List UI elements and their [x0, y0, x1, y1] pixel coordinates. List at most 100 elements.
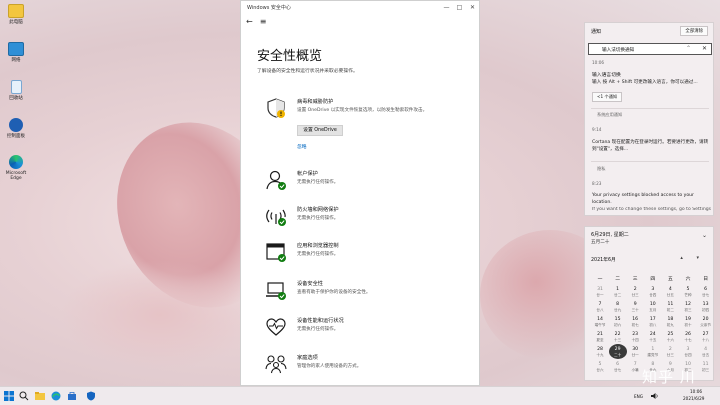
section-virus-threat[interactable]: 病毒和威胁防护 设置 OneDrive 以实现文件恢复选项，以防发生勒索软件攻击…	[265, 97, 465, 157]
section-account-protection[interactable]: 帐户保护 无需执行任何操作。	[265, 169, 465, 193]
divider	[591, 108, 709, 109]
store-icon[interactable]	[67, 391, 77, 401]
calendar-day[interactable]: 23 十四	[626, 332, 644, 342]
calendar-day[interactable]: 19 初十	[679, 317, 697, 327]
day-lunar: 初七	[631, 323, 639, 327]
weekday-header: 一	[597, 277, 603, 282]
hamburger-menu-icon[interactable]: ≡	[260, 17, 267, 26]
file-explorer-icon[interactable]	[35, 391, 45, 401]
calendar-day[interactable]: 20 父亲节	[697, 317, 715, 327]
section-family-options[interactable]: 家庭选项 管理你的家人使用设备的方式。	[265, 353, 465, 377]
calendar-day[interactable]: 31 廿一	[591, 287, 609, 297]
calendar-day[interactable]: 4 廿五	[697, 347, 715, 357]
clear-all-button[interactable]: 全部清除	[680, 26, 708, 36]
calendar-day[interactable]: 3 廿四	[644, 287, 662, 297]
desktop-icon-recycle-bin[interactable]: 回收站	[2, 80, 30, 101]
family-group-icon	[265, 355, 287, 374]
desktop-icon-this-pc[interactable]: 此电脑	[2, 4, 30, 25]
collapse-chevron-icon[interactable]: ⌄	[702, 232, 707, 239]
calendar-panel: 6月29日, 星期二 五月二十 ⌄ 2021年6月 ▴ ▾ 一 二 三 四 五 六 日 31 廿…	[584, 226, 714, 381]
wallpaper-bloom	[60, 260, 260, 370]
calendar-day[interactable]: 10 五月	[644, 302, 662, 312]
search-icon[interactable]	[19, 391, 29, 401]
calendar-day[interactable]: 13 初四	[697, 302, 715, 312]
clock-date[interactable]: 2021/6/29	[683, 396, 704, 401]
calendar-day[interactable]: 24 十五	[644, 332, 662, 342]
security-shield-taskbar-icon[interactable]	[86, 391, 96, 401]
calendar-day[interactable]: 6 廿七	[697, 287, 715, 297]
section-app-browser-control[interactable]: 应用和浏览器控制 无需执行任何操作。	[265, 241, 465, 265]
calendar-day[interactable]: 11 初二	[661, 302, 679, 312]
calendar-day[interactable]: 14 端午节	[591, 317, 609, 327]
close-button[interactable]: ✕	[466, 4, 479, 11]
day-lunar: 廿五	[702, 353, 710, 357]
calendar-day[interactable]: 28 十九	[591, 347, 609, 357]
calendar-day[interactable]: 4 廿五	[661, 287, 679, 297]
calendar-day[interactable]: 1 廿二	[609, 287, 627, 297]
more-notifications-button[interactable]: <1 个通知	[592, 92, 623, 102]
calendar-day[interactable]: 12 初三	[679, 302, 697, 312]
day-lunar: 夏至	[596, 338, 604, 342]
day-lunar: 芒种	[684, 293, 692, 297]
speaker-icon[interactable]	[651, 392, 659, 400]
notification-header: 通知 全部清除	[585, 23, 713, 41]
section-device-security[interactable]: 设备安全性 查看有助于保护你的设备的安全性。	[265, 279, 465, 303]
chevron-up-icon[interactable]: ⌃	[686, 45, 691, 52]
ignore-link[interactable]: 忽略	[297, 143, 307, 150]
section-device-health[interactable]: 设备性能和运行状况 无需执行任何操作。	[265, 316, 465, 340]
calendar-day[interactable]: 7 廿八	[591, 302, 609, 312]
folder-icon	[8, 4, 24, 18]
calendar-day[interactable]: 9 三十	[626, 302, 644, 312]
month-nav-arrows-icon[interactable]: ▴ ▾	[680, 255, 705, 261]
windows-start-icon[interactable]	[4, 391, 14, 401]
calendar-day[interactable]: 25 十六	[661, 332, 679, 342]
language-indicator[interactable]: ENG	[634, 394, 643, 399]
calendar-day[interactable]: 8 廿九	[609, 302, 627, 312]
notification-group-ime[interactable]: 输入法切换通知 ⌃ ✕	[588, 43, 712, 55]
section-title: 病毒和威胁防护	[297, 99, 334, 105]
calendar-month[interactable]: 2021年6月	[591, 256, 616, 263]
calendar-day[interactable]: 26 十七	[679, 332, 697, 342]
calendar-day[interactable]: 30 廿一	[626, 347, 644, 357]
weekday-header: 五	[667, 277, 673, 282]
calendar-day[interactable]: 17 初八	[644, 317, 662, 327]
setup-onedrive-button[interactable]: 设置 OneDrive	[297, 125, 343, 136]
calendar-day[interactable]: 18 初九	[661, 317, 679, 327]
day-lunar: 廿四	[684, 353, 692, 357]
calendar-day[interactable]: 5 芒种	[679, 287, 697, 297]
heart-pulse-icon	[266, 318, 286, 336]
control-panel-icon	[9, 118, 23, 132]
maximize-button[interactable]: □	[453, 4, 466, 11]
desktop-icon-edge[interactable]: Microsoft Edge	[2, 155, 30, 181]
section-title: 应用和浏览器控制	[297, 243, 339, 249]
calendar-day[interactable]: 2 廿三	[626, 287, 644, 297]
day-lunar: 廿二	[614, 293, 622, 297]
window-title: Windows 安全中心	[247, 5, 291, 11]
calendar-day[interactable]: 1 建党节	[644, 347, 662, 357]
watermark-text: 知乎 川	[642, 368, 696, 386]
calendar-day[interactable]: 15 初六	[609, 317, 627, 327]
minimize-button[interactable]: —	[440, 4, 453, 11]
close-icon[interactable]: ✕	[702, 45, 707, 52]
section-firewall[interactable]: 防火墙和网络保护 无需执行任何操作。	[265, 205, 465, 229]
calendar-day[interactable]: 21 夏至	[591, 332, 609, 342]
calendar-day[interactable]: 27 十八	[697, 332, 715, 342]
calendar-day[interactable]: 16 初七	[626, 317, 644, 327]
day-lunar: 十八	[702, 338, 710, 342]
calendar-day[interactable]: 22 十三	[609, 332, 627, 342]
day-lunar: 廿七	[702, 293, 710, 297]
notification-body: 输入 按 Alt + Shift 可更改输入语言，你可以通过...	[592, 80, 698, 85]
clock-time[interactable]: 10:06	[690, 389, 702, 394]
calendar-day[interactable]: 6 廿七	[609, 362, 627, 372]
calendar-day[interactable]: 11 初三	[697, 362, 715, 372]
day-lunar: 初三	[702, 368, 710, 372]
calendar-day[interactable]: 2 廿三	[661, 347, 679, 357]
back-arrow-icon[interactable]: ←	[246, 17, 253, 26]
desktop-icon-control-panel[interactable]: 控制面板	[2, 118, 30, 139]
notification-time: 10:06	[592, 60, 605, 65]
calendar-day[interactable]: 3 廿四	[679, 347, 697, 357]
desktop-icon-network[interactable]: 网络	[2, 42, 30, 63]
edge-taskbar-icon[interactable]	[51, 391, 61, 401]
calendar-day-today[interactable]: 29 二十	[608, 344, 627, 359]
calendar-day[interactable]: 5 廿六	[591, 362, 609, 372]
